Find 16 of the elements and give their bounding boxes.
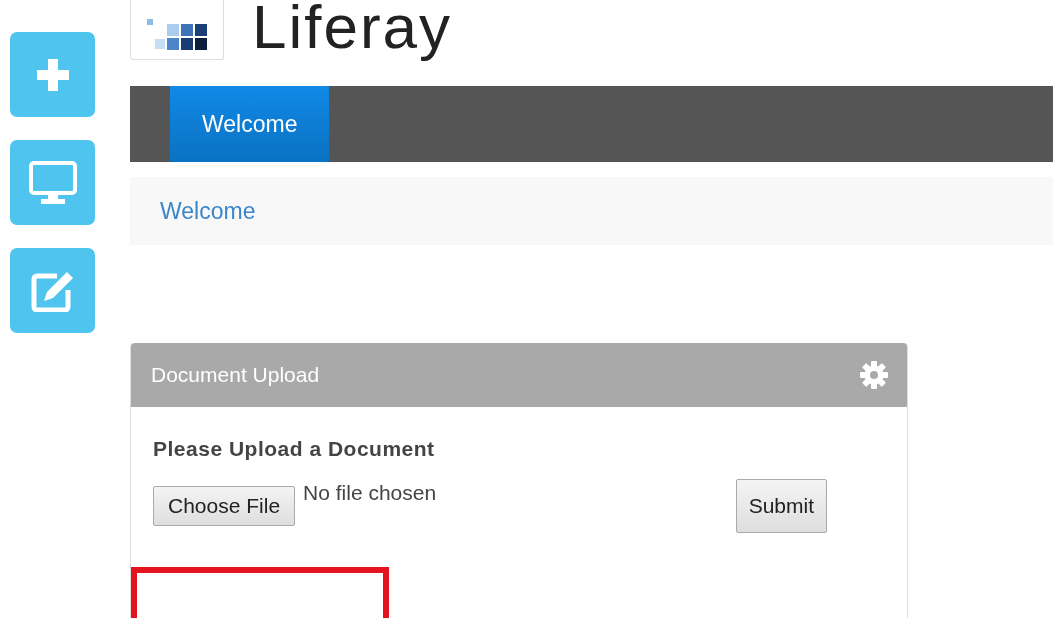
submit-button[interactable]: Submit — [735, 479, 827, 533]
upload-heading: Please Upload a Document — [153, 437, 436, 461]
nav-tab[interactable]: Welcome — [170, 86, 330, 162]
logo[interactable] — [130, 0, 224, 60]
monitor-icon — [28, 160, 77, 205]
portlet-title: Document Upload — [151, 363, 320, 387]
file-status: No file chosen — [303, 481, 437, 505]
add-button[interactable] — [10, 32, 95, 117]
edit-button[interactable] — [10, 248, 95, 333]
logo-icon — [147, 19, 207, 53]
settings-icon[interactable] — [859, 360, 889, 390]
edit-icon — [30, 269, 75, 312]
plus-icon — [34, 56, 71, 93]
screen-button[interactable] — [10, 140, 95, 225]
choose-file-button[interactable]: Choose File — [153, 486, 296, 526]
breadcrumb-link[interactable]: Welcome — [160, 197, 256, 225]
